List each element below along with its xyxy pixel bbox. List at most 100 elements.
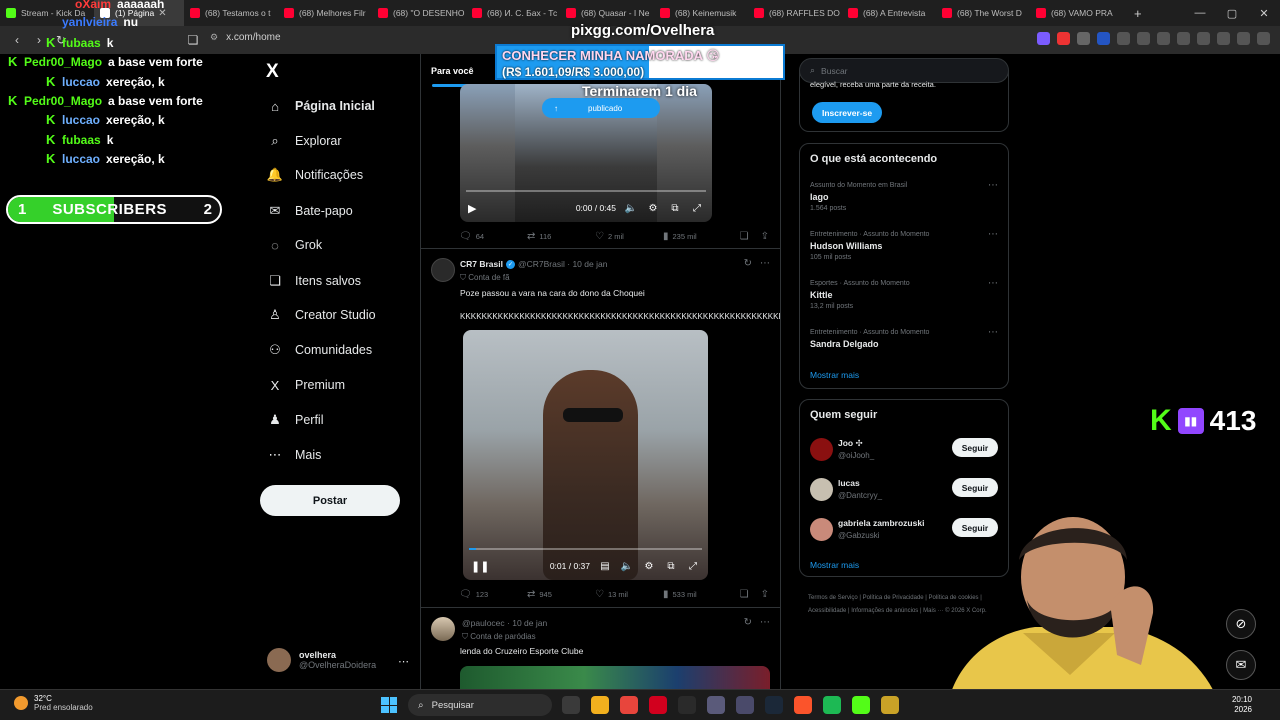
volume-icon[interactable]: 🔈: [620, 561, 634, 572]
extension-icon[interactable]: [1177, 32, 1190, 45]
nav-item-bookmark[interactable]: ❏ Itens salvos: [266, 272, 361, 290]
back-icon[interactable]: ‹: [6, 33, 28, 47]
reply-button[interactable]: 🗨 64: [459, 231, 527, 242]
captions-icon[interactable]: ▤: [598, 561, 612, 572]
extension-icon[interactable]: [1157, 32, 1170, 45]
taskbar-app-icon[interactable]: [852, 696, 870, 714]
video-player[interactable]: ❚❚ 0:01 / 0:37 ▤ 🔈 ⚙ ⧉ ⤢: [463, 330, 708, 580]
taskbar-clock[interactable]: 20:10 2026: [1232, 695, 1252, 715]
x-logo[interactable]: X: [266, 61, 279, 83]
reply-button[interactable]: 🗨 123: [459, 589, 527, 600]
taskbar-app-icon[interactable]: [823, 696, 841, 714]
shield-icon[interactable]: [1237, 32, 1250, 45]
avatar[interactable]: [810, 518, 833, 541]
avatar[interactable]: [810, 438, 833, 461]
bookmark-icon[interactable]: ❏: [740, 589, 749, 600]
avatar[interactable]: [431, 258, 455, 282]
video-progress[interactable]: [469, 548, 702, 550]
pip-icon[interactable]: ⧉: [668, 203, 682, 214]
settings-icon[interactable]: ⚙: [642, 561, 656, 572]
account-switcher[interactable]: ovelhera @OvelheraDoidera: [267, 648, 376, 672]
like-button[interactable]: ♡ 13 mil: [595, 589, 663, 600]
extension-icon[interactable]: [1057, 32, 1070, 45]
trend-item[interactable]: Entretenimento · Assunto do Momento Sandr…: [810, 327, 1000, 349]
avatar[interactable]: [810, 478, 833, 501]
tweet-date[interactable]: 10 de jan: [512, 618, 547, 628]
nav-item-premium[interactable]: X Premium: [266, 376, 345, 394]
subscribe-button[interactable]: Inscrever-se: [812, 102, 882, 123]
pause-icon[interactable]: ❚❚: [471, 560, 489, 573]
extension-icon[interactable]: [1117, 32, 1130, 45]
volume-icon[interactable]: 🔈: [624, 203, 638, 214]
browser-tab[interactable]: (68) VAMO PRA: [1030, 0, 1124, 26]
nav-item-profile[interactable]: ♟ Perfil: [266, 411, 323, 429]
extension-icon[interactable]: [1097, 32, 1110, 45]
views-button[interactable]: ▮ 533 mil: [663, 589, 731, 600]
video-progress[interactable]: [466, 190, 706, 192]
taskbar-app-icon[interactable]: [765, 696, 783, 714]
bookmark-page-icon[interactable]: ❏: [182, 33, 204, 47]
avatar[interactable]: [431, 617, 455, 641]
browser-tab[interactable]: (68) И. С. Бах - Тс: [466, 0, 560, 26]
repost-button[interactable]: ⇄ 116: [527, 231, 595, 242]
like-button[interactable]: ♡ 2 mil: [595, 231, 663, 242]
taskbar-app-icon[interactable]: [591, 696, 609, 714]
grok-icon[interactable]: ↻: [744, 617, 752, 628]
pip-icon[interactable]: ⧉: [664, 561, 678, 572]
grok-float-button[interactable]: ⊘: [1226, 609, 1256, 639]
author-handle[interactable]: @paulocec: [462, 618, 505, 628]
views-button[interactable]: ▮ 235 mil: [663, 231, 731, 242]
nav-item-more[interactable]: ⋯ Mais: [266, 446, 322, 464]
browser-tab[interactable]: (68) "O DESENHO: [372, 0, 466, 26]
extension-icon[interactable]: [1197, 32, 1210, 45]
post-button[interactable]: Postar: [260, 485, 400, 516]
taskbar-app-icon[interactable]: [881, 696, 899, 714]
extension-icon[interactable]: [1217, 32, 1230, 45]
taskbar-search[interactable]: ⌕ Pesquisar: [408, 694, 552, 716]
show-more-link[interactable]: Mostrar mais: [810, 370, 859, 380]
follow-suggestion[interactable]: lucas @Dantcryy_ Seguir: [810, 478, 1000, 506]
taskbar-app-icon[interactable]: [707, 696, 725, 714]
browser-tab[interactable]: (68) RAFFLES DO: [748, 0, 842, 26]
author-name[interactable]: CR7 Brasil: [460, 259, 503, 269]
nav-item-bell[interactable]: 🔔 Notificações: [266, 166, 363, 184]
follow-button[interactable]: Seguir: [952, 438, 998, 457]
follow-button[interactable]: Seguir: [952, 478, 998, 497]
minimize-icon[interactable]: —: [1184, 7, 1216, 19]
site-info-icon[interactable]: ⚙: [210, 32, 218, 43]
nav-item-mail[interactable]: ✉ Bate-papo: [266, 202, 353, 220]
nav-item-grok[interactable]: ◌ Grok: [266, 236, 322, 254]
taskbar-app-icon[interactable]: [562, 696, 580, 714]
show-more-link[interactable]: Mostrar mais: [810, 560, 859, 570]
more-icon[interactable]: ⋯: [988, 278, 998, 289]
grok-icon[interactable]: ↻: [744, 258, 752, 269]
weather-widget[interactable]: 32°C Pred ensolarado: [14, 694, 93, 712]
settings-icon[interactable]: ⚙: [646, 203, 660, 214]
taskbar-app-icon[interactable]: [736, 696, 754, 714]
taskbar-app-icon[interactable]: [620, 696, 638, 714]
author-handle[interactable]: @CR7Brasil: [518, 259, 565, 269]
more-icon[interactable]: ⋯: [988, 180, 998, 191]
taskbar-app-icon[interactable]: [649, 696, 667, 714]
tab-for-you[interactable]: Para você: [431, 66, 474, 76]
more-icon[interactable]: ⋯: [760, 617, 770, 628]
share-icon[interactable]: ⇪: [761, 231, 769, 242]
follow-suggestion[interactable]: Joo ✣ @oiJooh_ Seguir: [810, 438, 1000, 466]
extension-icon[interactable]: [1077, 32, 1090, 45]
trend-item[interactable]: Entretenimento · Assunto do Momento Hudso…: [810, 229, 1000, 261]
repost-button[interactable]: ⇄ 945: [527, 589, 595, 600]
tweet-date[interactable]: 10 de jan: [572, 259, 607, 269]
new-tab-button[interactable]: +: [1124, 6, 1152, 21]
bookmark-icon[interactable]: ❏: [740, 231, 749, 242]
nav-item-home[interactable]: ⌂ Página Inicial: [266, 97, 375, 115]
close-window-icon[interactable]: ✕: [1248, 7, 1280, 20]
more-icon[interactable]: ⋯: [398, 655, 409, 668]
fullscreen-icon[interactable]: ⤢: [690, 203, 704, 214]
maximize-icon[interactable]: ▢: [1216, 7, 1248, 20]
browser-tab[interactable]: (68) The Worst D: [936, 0, 1030, 26]
more-icon[interactable]: ⋯: [760, 258, 770, 269]
play-icon[interactable]: ▶: [468, 202, 476, 215]
fullscreen-icon[interactable]: ⤢: [686, 561, 700, 572]
extension-icon[interactable]: [1037, 32, 1050, 45]
extension-icon[interactable]: [1137, 32, 1150, 45]
